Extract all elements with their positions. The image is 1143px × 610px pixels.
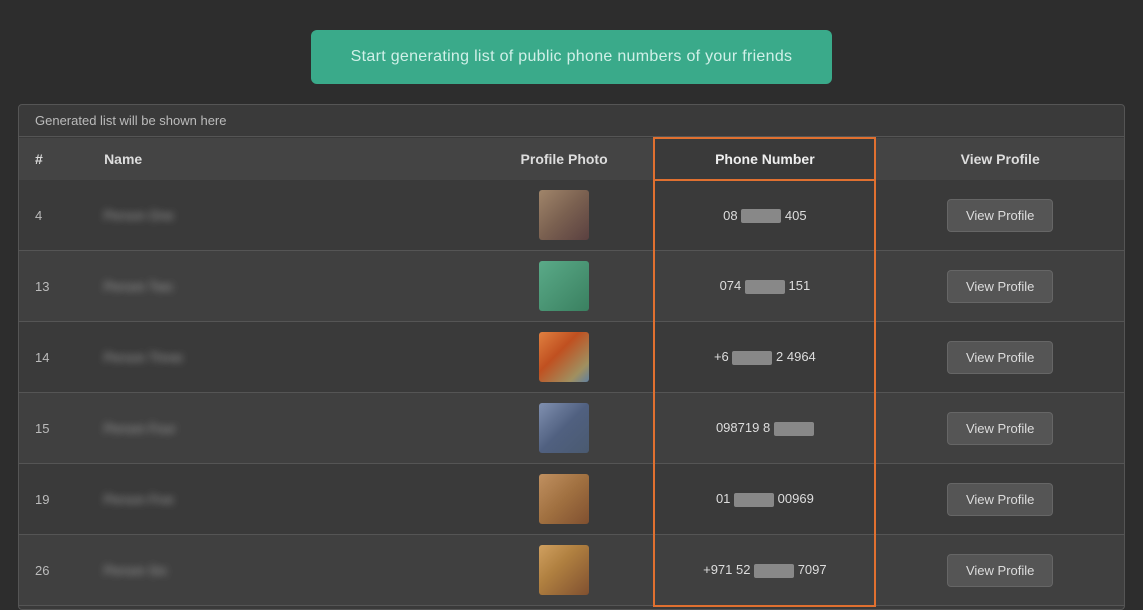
row-photo-cell <box>475 322 655 393</box>
row-phone: 074 151 <box>654 251 875 322</box>
view-profile-button[interactable]: View Profile <box>947 341 1053 374</box>
phone-text: 01 00969 <box>716 491 814 506</box>
row-num: 15 <box>19 393 88 464</box>
col-name: Name <box>88 138 475 180</box>
table-row: 15Person Four 098719 8 View Profile <box>19 393 1124 464</box>
blurred-phone-part <box>732 351 772 365</box>
row-num: 13 <box>19 251 88 322</box>
row-num: 14 <box>19 322 88 393</box>
row-photo-cell <box>475 180 655 251</box>
row-viewprofile-cell: View Profile <box>875 180 1124 251</box>
col-viewprofile: View Profile <box>875 138 1124 180</box>
profile-photo <box>539 261 589 311</box>
col-phone: Phone Number <box>654 138 875 180</box>
row-name: Person Four <box>88 393 475 464</box>
col-photo: Profile Photo <box>475 138 655 180</box>
blurred-phone-part <box>741 209 781 223</box>
row-num: 19 <box>19 464 88 535</box>
profile-photo <box>539 332 589 382</box>
row-phone: 098719 8 <box>654 393 875 464</box>
row-viewprofile-cell: View Profile <box>875 251 1124 322</box>
friends-table: # Name Profile Photo Phone Number View P… <box>19 137 1124 607</box>
phone-text: +971 52 7097 <box>703 562 827 577</box>
table-header-row: # Name Profile Photo Phone Number View P… <box>19 138 1124 180</box>
view-profile-button[interactable]: View Profile <box>947 554 1053 587</box>
blurred-phone-part <box>774 422 814 436</box>
table-row: 4Person One 08 405 View Profile <box>19 180 1124 251</box>
row-phone: 01 00969 <box>654 464 875 535</box>
phone-text: 098719 8 <box>716 420 814 435</box>
row-name: Person One <box>88 180 475 251</box>
profile-photo <box>539 403 589 453</box>
table-row: 13Person Two 074 151 View Profile <box>19 251 1124 322</box>
row-name: Person Five <box>88 464 475 535</box>
row-viewprofile-cell: View Profile <box>875 393 1124 464</box>
row-name: Person Three <box>88 322 475 393</box>
row-viewprofile-cell: View Profile <box>875 535 1124 606</box>
phone-text: 08 405 <box>723 208 806 223</box>
row-num: 26 <box>19 535 88 606</box>
profile-photo <box>539 190 589 240</box>
row-name: Person Two <box>88 251 475 322</box>
phone-text: 074 151 <box>720 278 811 293</box>
row-viewprofile-cell: View Profile <box>875 322 1124 393</box>
table-row: 26Person Six +971 52 7097 View Profile <box>19 535 1124 606</box>
row-num: 4 <box>19 180 88 251</box>
row-photo-cell <box>475 464 655 535</box>
row-photo-cell <box>475 535 655 606</box>
table-row: 14Person Three +6 2 4964 View Profile <box>19 322 1124 393</box>
generate-button[interactable]: Start generating list of public phone nu… <box>311 30 833 84</box>
table-row: 19Person Five 01 00969 View Profile <box>19 464 1124 535</box>
row-phone: 08 405 <box>654 180 875 251</box>
row-viewprofile-cell: View Profile <box>875 464 1124 535</box>
row-name: Person Six <box>88 535 475 606</box>
table-container: Generated list will be shown here # Name… <box>18 104 1125 610</box>
view-profile-button[interactable]: View Profile <box>947 199 1053 232</box>
view-profile-button[interactable]: View Profile <box>947 483 1053 516</box>
view-profile-button[interactable]: View Profile <box>947 270 1053 303</box>
blurred-phone-part <box>745 280 785 294</box>
blurred-phone-part <box>754 564 794 578</box>
profile-photo <box>539 474 589 524</box>
row-photo-cell <box>475 393 655 464</box>
view-profile-button[interactable]: View Profile <box>947 412 1053 445</box>
top-banner-section: Start generating list of public phone nu… <box>0 0 1143 104</box>
blurred-phone-part <box>734 493 774 507</box>
table-note: Generated list will be shown here <box>19 105 1124 137</box>
row-photo-cell <box>475 251 655 322</box>
phone-text: +6 2 4964 <box>714 349 816 364</box>
row-phone: +6 2 4964 <box>654 322 875 393</box>
col-num: # <box>19 138 88 180</box>
row-phone: +971 52 7097 <box>654 535 875 606</box>
